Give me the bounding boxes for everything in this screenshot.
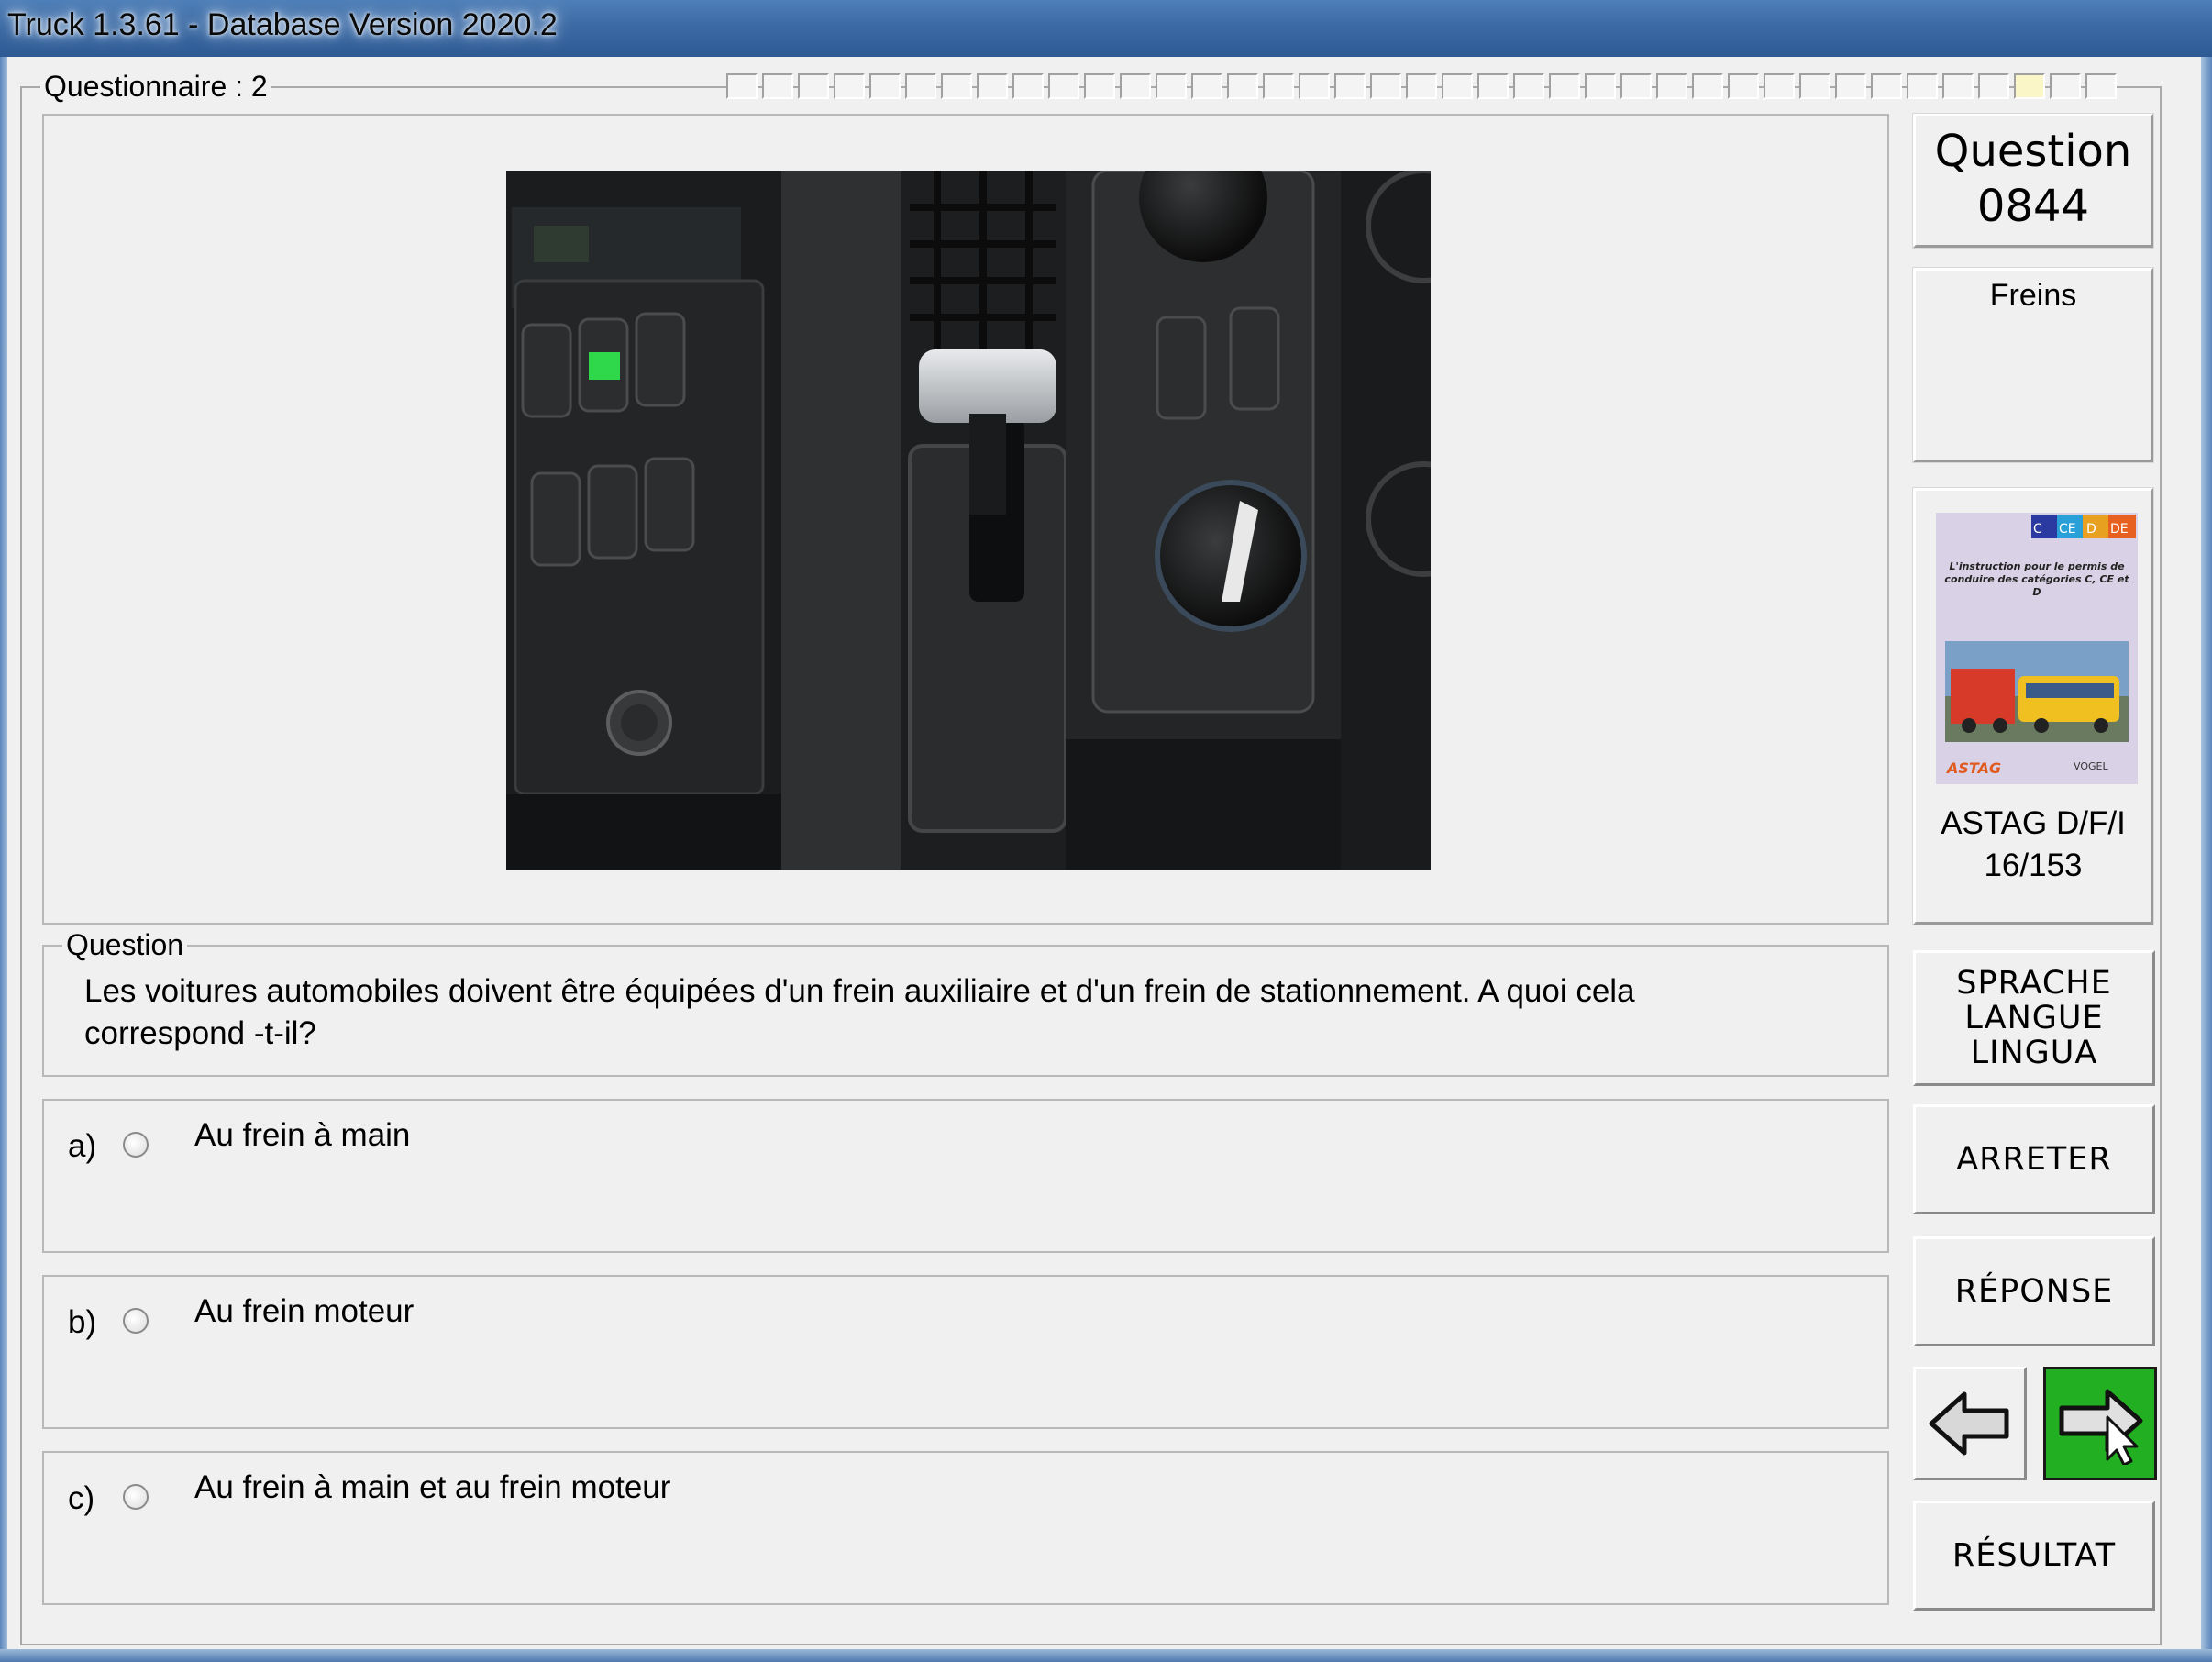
progress-cell [834, 73, 865, 99]
progress-cell [1334, 73, 1366, 99]
question-number-label: Question [1934, 126, 2132, 177]
progress-cell [1549, 73, 1580, 99]
progress-cell [1156, 73, 1187, 99]
answer-option-a[interactable]: a) Au frein à main [42, 1099, 1889, 1253]
book-caption-page: 16/153 [1984, 848, 2083, 883]
question-number-box: Question 0844 [1912, 113, 2154, 249]
cover-logo-astag: ASTAG [1945, 759, 2001, 777]
window-frame-left [0, 57, 7, 1662]
progress-cell [1799, 73, 1830, 99]
answer-option-b[interactable]: b) Au frein moteur [42, 1275, 1889, 1429]
answer-letter: b) [68, 1304, 97, 1340]
progress-cell [798, 73, 829, 99]
progress-cell [1084, 73, 1115, 99]
language-label-it: LINGUA [1970, 1035, 2098, 1071]
answer-option-c[interactable]: c) Au frein à main et au frein moteur [42, 1451, 1889, 1605]
progress-cell [1442, 73, 1473, 99]
progress-cell [2085, 73, 2117, 99]
progress-cell [1764, 73, 1795, 99]
progress-cell [2050, 73, 2081, 99]
progress-cell [1620, 73, 1652, 99]
book-caption: ASTAG D/F/I 16/153 [1916, 803, 2151, 887]
question-group-label: Question [62, 928, 188, 962]
previous-button[interactable] [1913, 1367, 2027, 1480]
right-arrow-cursor-icon [2059, 1389, 2143, 1465]
progress-cell [2014, 73, 2045, 99]
progress-cell [1978, 73, 2009, 99]
result-button[interactable]: RÉSULTAT [1913, 1501, 2155, 1611]
stop-button[interactable]: ARRETER [1913, 1104, 2155, 1214]
cover-badge-ce: CE [2059, 522, 2076, 537]
category-label: Freins [1989, 278, 2077, 313]
answer-radio-a[interactable] [123, 1132, 149, 1158]
progress-cell [869, 73, 901, 99]
answer-radio-b[interactable] [123, 1308, 149, 1334]
next-button[interactable] [2043, 1367, 2157, 1480]
question-progress-strip [726, 73, 2121, 101]
progress-cell [905, 73, 936, 99]
progress-cell [726, 73, 758, 99]
question-number: 0844 [1976, 181, 2090, 232]
window-frame-bottom [0, 1649, 2212, 1662]
book-caption-title: ASTAG D/F/I [1941, 805, 2126, 841]
truck-dashboard-photo [506, 171, 1431, 870]
progress-cell [1907, 73, 1938, 99]
progress-cell [1048, 73, 1079, 99]
progress-cell [1012, 73, 1044, 99]
progress-cell [1835, 73, 1866, 99]
progress-cell [762, 73, 793, 99]
progress-cell [1191, 73, 1222, 99]
progress-cell [941, 73, 972, 99]
answer-letter: c) [68, 1480, 95, 1516]
progress-cell [1656, 73, 1687, 99]
answer-text: Au frein à main et au frein moteur [194, 1469, 671, 1505]
progress-cell [1871, 73, 1902, 99]
language-label-de: SPRACHE [1956, 965, 2112, 1002]
book-box: C CE D DE L'instruction pour le permis d… [1912, 487, 2154, 925]
question-text: Les voitures automobiles doivent être éq… [84, 973, 1635, 1051]
questionnaire-label: Questionnaire : 2 [40, 70, 271, 104]
book-cover-image: C CE D DE L'instruction pour le permis d… [1936, 513, 2138, 784]
progress-cell [977, 73, 1008, 99]
answer-letter: a) [68, 1128, 97, 1164]
cover-badge-de: DE [2110, 522, 2129, 537]
cover-badge-d: D [2086, 522, 2096, 537]
progress-cell [1585, 73, 1616, 99]
language-button[interactable]: SPRACHE LANGUE LINGUA [1913, 950, 2155, 1086]
progress-cell [1227, 73, 1258, 99]
language-label-fr: LANGUE [1964, 1000, 2104, 1036]
answer-radio-c[interactable] [123, 1484, 149, 1510]
answer-button[interactable]: RÉPONSE [1913, 1236, 2155, 1346]
progress-cell [1299, 73, 1330, 99]
progress-cell [1942, 73, 1974, 99]
window-title: Truck 1.3.61 - Database Version 2020.2 [7, 7, 558, 42]
progress-cell [1513, 73, 1544, 99]
progress-cell [1370, 73, 1401, 99]
progress-cell [1263, 73, 1294, 99]
progress-cell [1120, 73, 1151, 99]
window-frame-right [2201, 57, 2212, 1662]
progress-cell [1692, 73, 1723, 99]
cover-title: L'instruction pour le permis de conduire… [1944, 560, 2129, 598]
cover-logo-vogel: VOGEL [2074, 760, 2108, 772]
title-bar[interactable]: Truck 1.3.61 - Database Version 2020.2 [0, 0, 2212, 57]
category-box: Freins [1912, 267, 2154, 463]
progress-cell [1728, 73, 1759, 99]
question-photo [506, 171, 1431, 870]
cover-badge-c: C [2033, 522, 2042, 537]
answer-text: Au frein à main [194, 1117, 411, 1153]
progress-cell [1477, 73, 1509, 99]
answer-text: Au frein moteur [194, 1293, 415, 1329]
book-cover-art: C CE D DE L'instruction pour le permis d… [1936, 513, 2138, 784]
left-arrow-icon [1929, 1391, 2009, 1456]
progress-cell [1406, 73, 1437, 99]
